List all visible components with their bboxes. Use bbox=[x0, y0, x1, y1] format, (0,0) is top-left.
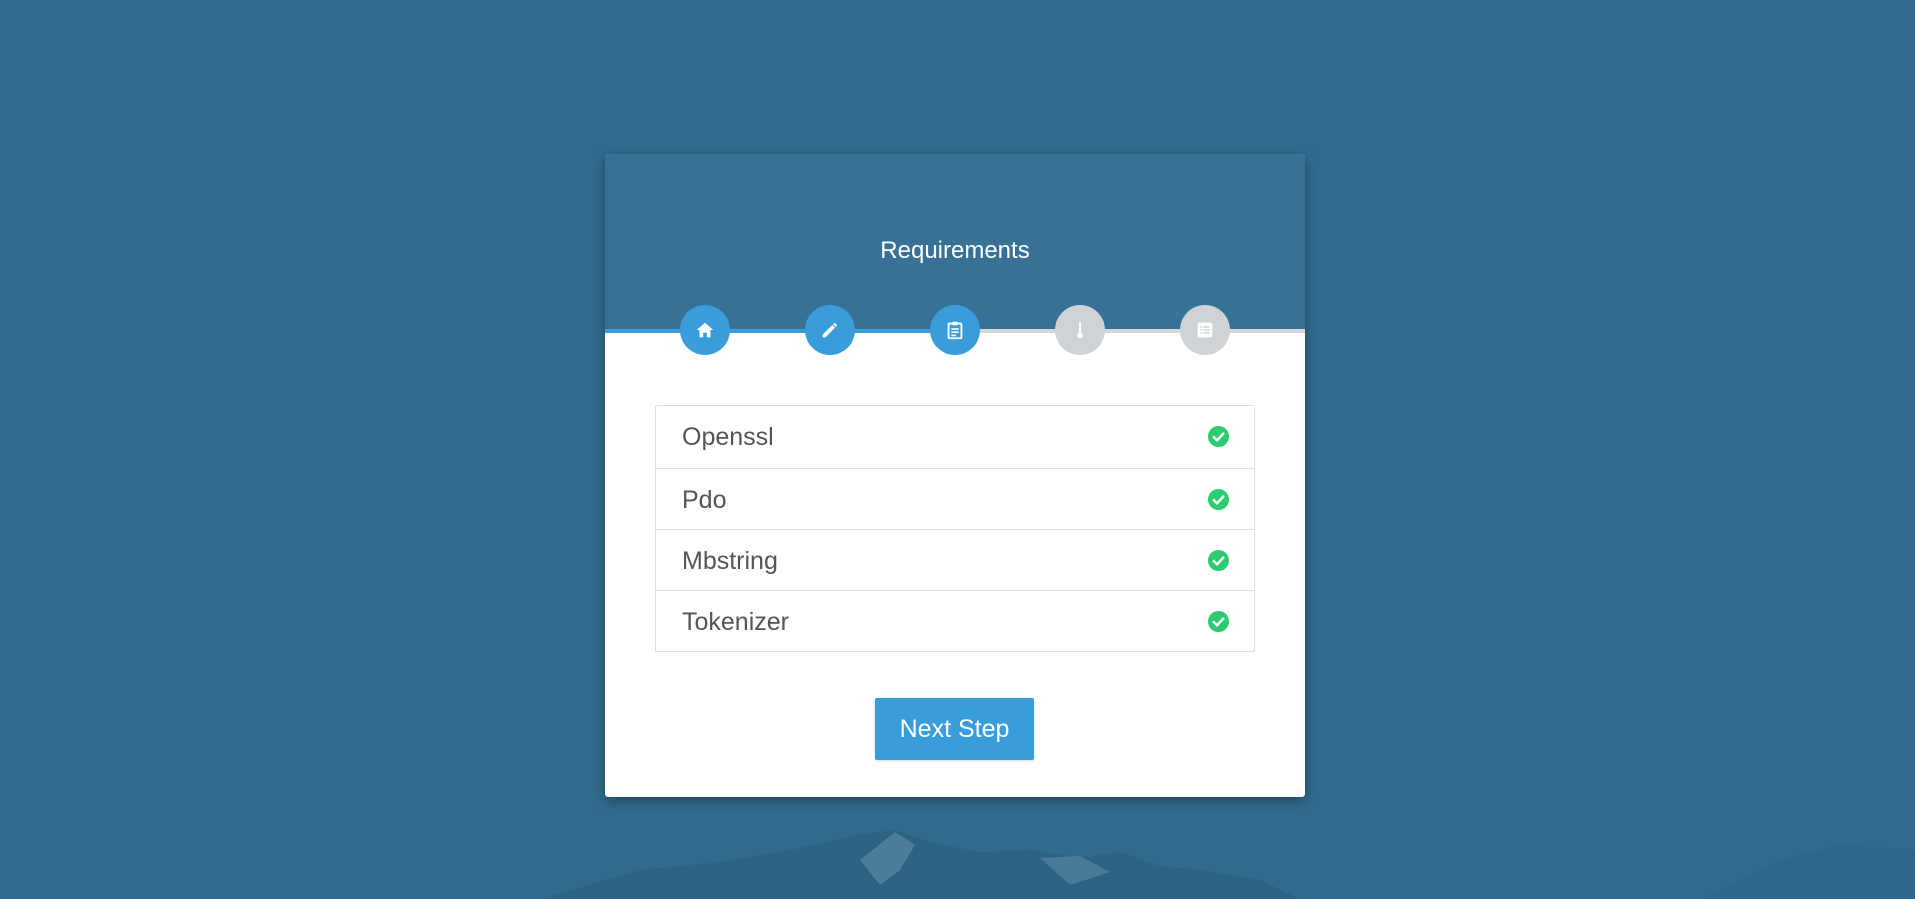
requirement-name: Pdo bbox=[682, 486, 727, 514]
check-circle-icon bbox=[1207, 425, 1230, 448]
stepper-progress-active bbox=[605, 329, 955, 333]
pencil-icon bbox=[822, 323, 837, 338]
list-item: Pdo bbox=[656, 468, 1254, 529]
list-item: Openssl bbox=[656, 406, 1254, 468]
step-finish bbox=[1180, 305, 1230, 355]
check-circle-icon bbox=[1207, 488, 1230, 511]
next-step-button[interactable]: Next Step bbox=[875, 698, 1034, 760]
step-configure bbox=[805, 305, 855, 355]
list-icon bbox=[1197, 322, 1213, 338]
check-circle-icon bbox=[1207, 549, 1230, 572]
list-item: Mbstring bbox=[656, 529, 1254, 590]
requirement-name: Mbstring bbox=[682, 547, 778, 575]
thermometer-icon bbox=[1077, 321, 1083, 339]
clipboard-icon bbox=[947, 321, 963, 340]
stepper-progress-inactive bbox=[955, 329, 1305, 333]
home-icon bbox=[696, 322, 714, 338]
card-header: Requirements bbox=[605, 154, 1305, 330]
step-permissions bbox=[1055, 305, 1105, 355]
list-item: Tokenizer bbox=[656, 590, 1254, 651]
step-requirements bbox=[930, 305, 980, 355]
requirements-list: Openssl Pdo Mbstring Tokenizer bbox=[655, 405, 1255, 652]
requirement-name: Openssl bbox=[682, 423, 774, 451]
page-title: Requirements bbox=[880, 237, 1030, 264]
check-circle-icon bbox=[1207, 610, 1230, 633]
installer-card: Requirements Openssl Pdo Mbstring Tokeni… bbox=[605, 154, 1305, 797]
step-home bbox=[680, 305, 730, 355]
requirement-name: Tokenizer bbox=[682, 608, 789, 636]
